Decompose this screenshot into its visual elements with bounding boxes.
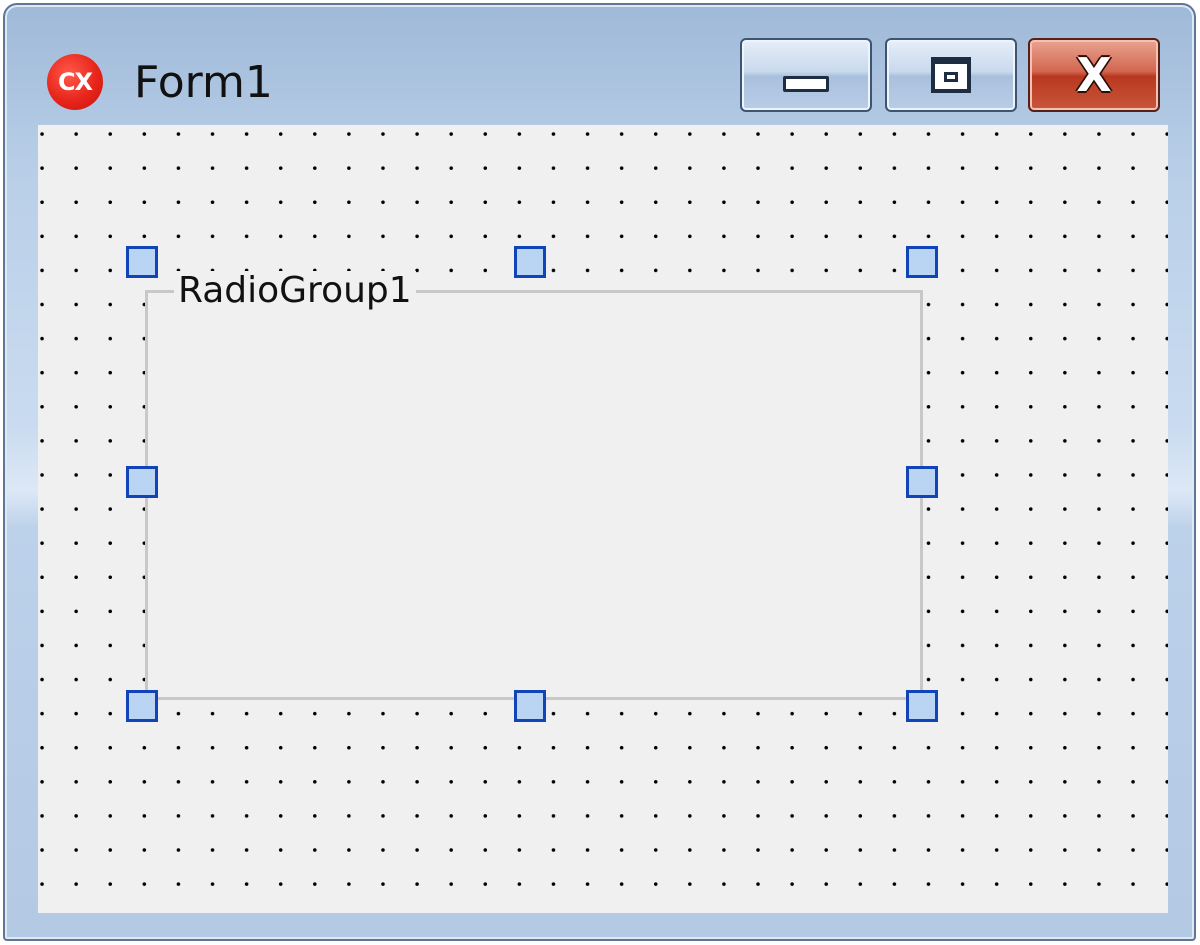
resize-handle-left[interactable] (126, 466, 158, 498)
form-window[interactable]: CX Form1 X RadioGroup1 (3, 3, 1196, 941)
minimize-button[interactable] (740, 38, 872, 112)
title-bar[interactable]: CX Form1 X (5, 5, 1194, 125)
app-icon-text: CX (57, 68, 93, 96)
cx-icon[interactable]: CX (47, 54, 103, 110)
close-button[interactable]: X (1028, 38, 1160, 112)
resize-handle-bottom[interactable] (514, 690, 546, 722)
window-title: Form1 (134, 57, 273, 108)
close-icon: X (1076, 48, 1112, 102)
resize-handle-bottom-right[interactable] (906, 690, 938, 722)
maximize-icon (931, 57, 971, 93)
resize-handle-top-right[interactable] (906, 246, 938, 278)
minimize-icon (783, 76, 829, 92)
resize-handle-top-left[interactable] (126, 246, 158, 278)
resize-handle-right[interactable] (906, 466, 938, 498)
radio-group[interactable]: RadioGroup1 (145, 271, 923, 700)
resize-handle-bottom-left[interactable] (126, 690, 158, 722)
maximize-button[interactable] (885, 38, 1017, 112)
radio-group-caption: RadioGroup1 (174, 271, 416, 311)
resize-handle-top[interactable] (514, 246, 546, 278)
form-design-surface[interactable]: RadioGroup1 (38, 125, 1168, 913)
